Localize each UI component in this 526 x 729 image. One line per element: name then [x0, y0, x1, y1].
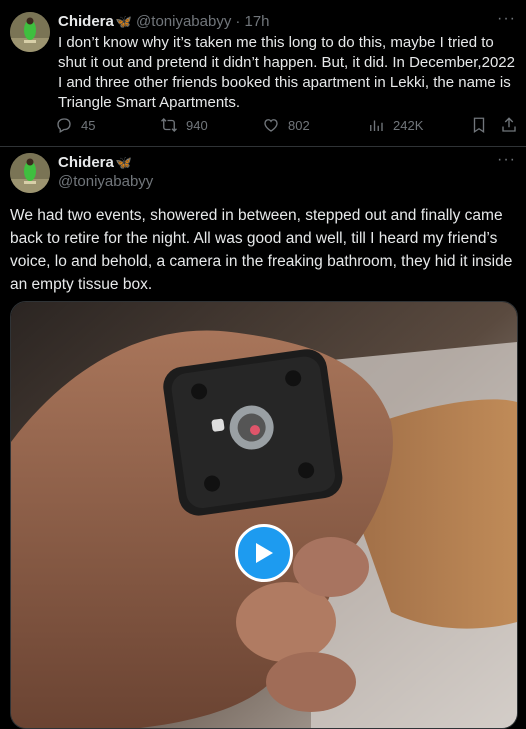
- retweet-count: 940: [186, 117, 208, 133]
- tweet-text: I don’t know why it’s taken me this long…: [58, 34, 515, 111]
- views-count: 242K: [393, 117, 424, 133]
- avatar[interactable]: [10, 12, 50, 52]
- video-thumbnail: [11, 302, 517, 728]
- reply-icon: [57, 118, 71, 133]
- views-icon: [370, 120, 383, 131]
- play-button[interactable]: [235, 524, 293, 582]
- avatar[interactable]: [10, 153, 50, 193]
- retweet-button[interactable]: 940: [160, 116, 208, 134]
- butterfly-icon: 🦋: [115, 154, 133, 170]
- more-icon[interactable]: ···: [497, 151, 516, 169]
- play-icon: [256, 543, 273, 563]
- timestamp[interactable]: · 17h: [235, 13, 269, 30]
- more-icon[interactable]: ···: [497, 10, 516, 28]
- views-button[interactable]: 242K: [367, 116, 423, 134]
- share-button[interactable]: [500, 116, 518, 134]
- like-button[interactable]: 802: [262, 116, 310, 134]
- like-icon: [264, 119, 278, 132]
- bookmark-button[interactable]: [470, 116, 488, 134]
- display-name[interactable]: Chidera: [58, 13, 114, 30]
- divider: [0, 146, 526, 147]
- bookmark-icon: [473, 117, 485, 134]
- like-count: 802: [288, 117, 310, 133]
- reply-button[interactable]: 45: [55, 116, 95, 134]
- video-player[interactable]: [10, 301, 518, 729]
- share-icon: [502, 117, 516, 132]
- retweet-icon: [161, 118, 177, 132]
- butterfly-icon: 🦋: [115, 13, 133, 29]
- display-name[interactable]: Chidera: [58, 154, 114, 171]
- tweet-text: We had two events, showered in between, …: [10, 207, 513, 293]
- handle[interactable]: @toniyababyy: [136, 13, 231, 30]
- reply-count: 45: [81, 117, 96, 133]
- handle[interactable]: @toniyababyy: [58, 173, 153, 190]
